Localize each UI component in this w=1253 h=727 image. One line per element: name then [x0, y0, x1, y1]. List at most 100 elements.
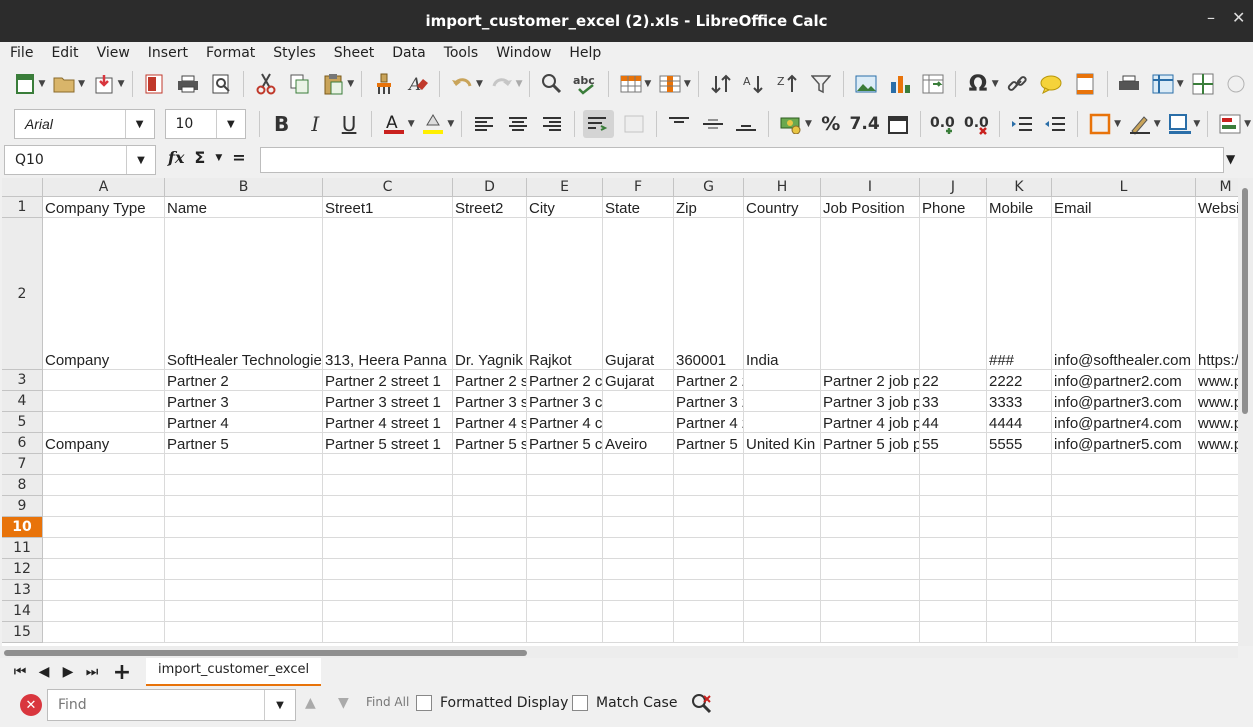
- delete-decimal-icon[interactable]: 0.0: [963, 110, 991, 138]
- paste-icon[interactable]: [320, 70, 348, 98]
- expand-formula-bar-icon[interactable]: ▼: [1226, 152, 1235, 166]
- spreadsheet-grid[interactable]: A B C D E F G H I J K L M 1 Company Type Name Street1 Str…: [2, 178, 1238, 646]
- cell-c5[interactable]: Partner 4 street 1: [323, 412, 453, 433]
- row-header-12[interactable]: 12: [2, 559, 43, 580]
- chevron-down-icon[interactable]: ▼: [447, 119, 454, 129]
- cell-a12[interactable]: [43, 559, 165, 580]
- cell-k11[interactable]: [987, 538, 1052, 559]
- name-box-value[interactable]: Q10: [5, 152, 126, 168]
- cell-d11[interactable]: [453, 538, 527, 559]
- cell-b2[interactable]: SoftHealer Technologie: [165, 218, 323, 370]
- cell-c4[interactable]: Partner 3 street 1: [323, 391, 453, 412]
- chevron-down-icon[interactable]: ▼: [644, 79, 651, 89]
- cell-f2[interactable]: Gujarat: [603, 218, 674, 370]
- align-right-icon[interactable]: [538, 110, 566, 138]
- find-all-button[interactable]: Find All: [366, 695, 409, 709]
- menu-edit[interactable]: Edit: [41, 45, 86, 61]
- cell-a5[interactable]: [43, 412, 165, 433]
- cell-a1[interactable]: Company Type: [43, 197, 165, 218]
- cell-d15[interactable]: [453, 622, 527, 643]
- add-decimal-icon[interactable]: 0.0: [929, 110, 957, 138]
- row-header-13[interactable]: 13: [2, 580, 43, 601]
- horizontal-scroll-thumb[interactable]: [4, 650, 527, 656]
- cell-c14[interactable]: [323, 601, 453, 622]
- cell-c7[interactable]: [323, 454, 453, 475]
- cell-e1[interactable]: City: [527, 197, 603, 218]
- cell-k1[interactable]: Mobile: [987, 197, 1052, 218]
- cell-j6[interactable]: 55: [920, 433, 987, 454]
- number-format-icon[interactable]: 7.4: [850, 110, 880, 138]
- cell-b15[interactable]: [165, 622, 323, 643]
- cell-e15[interactable]: [527, 622, 603, 643]
- cell-f10[interactable]: [603, 517, 674, 538]
- cell-g9[interactable]: [674, 496, 744, 517]
- cell-k9[interactable]: [987, 496, 1052, 517]
- row-header-4[interactable]: 4: [2, 391, 43, 412]
- cell-k4[interactable]: 3333: [987, 391, 1052, 412]
- border-style-icon[interactable]: [1126, 110, 1154, 138]
- menu-sheet[interactable]: Sheet: [324, 45, 382, 61]
- cell-l11[interactable]: [1052, 538, 1196, 559]
- cell-f9[interactable]: [603, 496, 674, 517]
- row-header-14[interactable]: 14: [2, 601, 43, 622]
- cell-g13[interactable]: [674, 580, 744, 601]
- cell-g10[interactable]: [674, 517, 744, 538]
- cell-b13[interactable]: [165, 580, 323, 601]
- cell-i12[interactable]: [821, 559, 920, 580]
- select-all-corner[interactable]: [2, 178, 43, 197]
- cell-k5[interactable]: 4444: [987, 412, 1052, 433]
- redo-icon[interactable]: [488, 70, 516, 98]
- cell-j2[interactable]: [920, 218, 987, 370]
- cell-a9[interactable]: [43, 496, 165, 517]
- cell-d7[interactable]: [453, 454, 527, 475]
- cell-h10[interactable]: [744, 517, 821, 538]
- chevron-down-icon[interactable]: ▼: [992, 79, 999, 89]
- add-sheet-icon[interactable]: +: [110, 660, 134, 685]
- cell-k13[interactable]: [987, 580, 1052, 601]
- cell-c11[interactable]: [323, 538, 453, 559]
- menu-insert[interactable]: Insert: [138, 45, 196, 61]
- chevron-down-icon[interactable]: ▼: [264, 690, 295, 720]
- column-header-f[interactable]: F: [603, 178, 674, 197]
- cell-g7[interactable]: [674, 454, 744, 475]
- cell-g8[interactable]: [674, 475, 744, 496]
- find-input[interactable]: Find ▼: [47, 689, 296, 721]
- cell-m12[interactable]: [1196, 559, 1238, 580]
- cell-m7[interactable]: [1196, 454, 1238, 475]
- chevron-down-icon[interactable]: ▼: [39, 79, 46, 89]
- menu-format[interactable]: Format: [196, 45, 263, 61]
- chevron-down-icon[interactable]: ▼: [1193, 119, 1200, 129]
- cell-h7[interactable]: [744, 454, 821, 475]
- cell-c1[interactable]: Street1: [323, 197, 453, 218]
- cell-g15[interactable]: [674, 622, 744, 643]
- cell-h9[interactable]: [744, 496, 821, 517]
- cell-f12[interactable]: [603, 559, 674, 580]
- chevron-down-icon[interactable]: ▼: [1177, 79, 1184, 89]
- cell-e9[interactable]: [527, 496, 603, 517]
- cell-d2[interactable]: Dr. Yagnik: [453, 218, 527, 370]
- cell-f8[interactable]: [603, 475, 674, 496]
- cell-h6[interactable]: United Kin: [744, 433, 821, 454]
- cell-a7[interactable]: [43, 454, 165, 475]
- define-print-area-icon[interactable]: [1116, 70, 1144, 98]
- cell-i9[interactable]: [821, 496, 920, 517]
- align-left-icon[interactable]: [470, 110, 498, 138]
- cell-e2[interactable]: Rajkot: [527, 218, 603, 370]
- headers-footers-icon[interactable]: [1071, 70, 1099, 98]
- cell-j8[interactable]: [920, 475, 987, 496]
- cell-l10[interactable]: [1052, 517, 1196, 538]
- sum-icon[interactable]: Σ: [194, 148, 205, 167]
- find-replace-icon[interactable]: [690, 692, 714, 716]
- cell-m5[interactable]: www.p: [1196, 412, 1238, 433]
- chevron-down-icon[interactable]: ▼: [124, 110, 154, 138]
- print-preview-icon[interactable]: [208, 70, 236, 98]
- align-top-icon[interactable]: [665, 110, 693, 138]
- cell-b8[interactable]: [165, 475, 323, 496]
- column-header-d[interactable]: D: [453, 178, 527, 197]
- find-replace-icon[interactable]: [538, 70, 566, 98]
- cell-l8[interactable]: [1052, 475, 1196, 496]
- sort-icon[interactable]: [707, 70, 735, 98]
- underline-icon[interactable]: U: [335, 110, 363, 138]
- row-header-15[interactable]: 15: [2, 622, 43, 643]
- freeze-rows-columns-icon[interactable]: [1149, 70, 1177, 98]
